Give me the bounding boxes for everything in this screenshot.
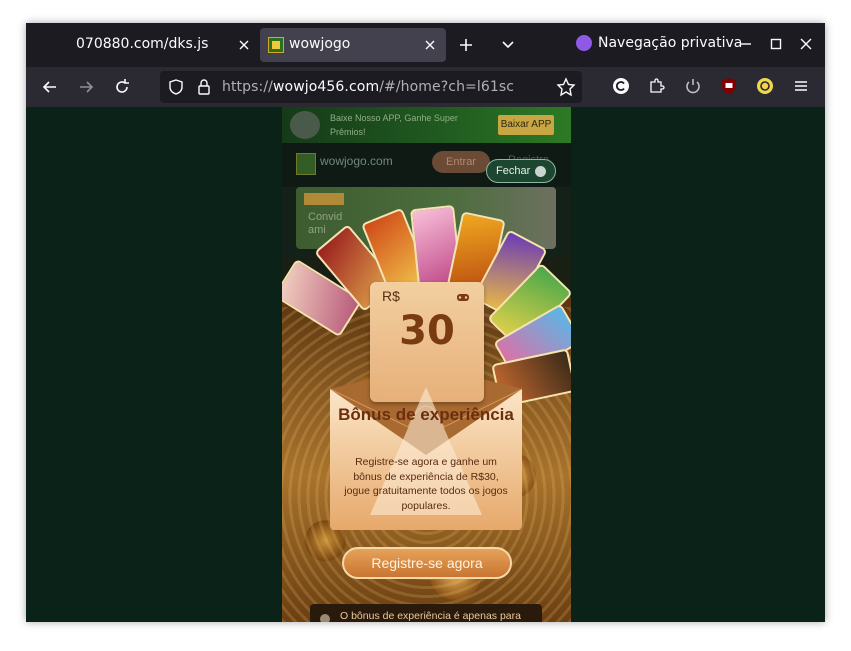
private-browsing-indicator: Navegação privativa xyxy=(576,35,742,51)
tab-dks[interactable]: 070880.com/dks.js xyxy=(34,28,260,62)
gamepad-icon xyxy=(457,294,469,301)
close-icon[interactable] xyxy=(535,166,546,177)
close-modal-button[interactable]: Fechar xyxy=(486,159,556,183)
ublock-origin-icon[interactable] xyxy=(720,77,738,95)
bonus-title: Bônus de experiência xyxy=(338,405,514,424)
browser-window: 070880.com/dks.js wowjogo Navegação priv… xyxy=(26,23,825,622)
menu-hamburger-icon[interactable] xyxy=(792,77,810,95)
address-bar[interactable]: https://wowjo456.com/#/home?ch=l61sc xyxy=(160,71,582,103)
bonus-amount: 30 xyxy=(399,308,455,354)
lock-icon[interactable] xyxy=(194,77,214,97)
footnote-text: O bônus de experiência é apenas para xyxy=(340,610,521,622)
navigation-toolbar: https://wowjo456.com/#/home?ch=l61sc xyxy=(26,67,825,107)
url-text: https://wowjo456.com/#/home?ch=l61sc xyxy=(222,79,515,95)
tab-title: 070880.com/dks.js xyxy=(76,36,209,52)
minimize-icon[interactable] xyxy=(738,36,754,52)
close-window-icon[interactable] xyxy=(798,36,814,52)
tab-bar: 070880.com/dks.js wowjogo Navegação priv… xyxy=(26,23,825,67)
tab-wowjogo[interactable]: wowjogo xyxy=(260,28,446,62)
maximize-icon[interactable] xyxy=(768,36,784,52)
extension-c-icon[interactable] xyxy=(612,77,630,95)
currency-label: R$ xyxy=(382,288,400,304)
close-label: Fechar xyxy=(496,165,531,177)
close-tab-icon[interactable] xyxy=(422,37,438,53)
chevron-down-icon[interactable] xyxy=(498,35,518,55)
private-mask-icon xyxy=(576,35,592,51)
new-tab-icon[interactable] xyxy=(456,35,476,55)
close-tab-icon[interactable] xyxy=(236,37,252,53)
site-favicon-icon xyxy=(268,37,284,53)
extension-yellow-icon[interactable] xyxy=(756,77,774,95)
shield-icon[interactable] xyxy=(166,77,186,97)
power-icon[interactable] xyxy=(684,77,702,95)
reload-icon[interactable] xyxy=(112,77,132,97)
forward-icon[interactable] xyxy=(76,77,96,97)
back-icon[interactable] xyxy=(40,77,60,97)
bonus-description: Registre-se agora e ganhe um bônus de ex… xyxy=(344,456,508,512)
web-page: Baixe Nosso APP, Ganhe Super Prêmios! Ba… xyxy=(282,107,571,622)
register-now-button[interactable]: Registre-se agora xyxy=(342,547,512,579)
bonus-footnote: O bônus de experiência é apenas para xyxy=(310,604,542,622)
private-label: Navegação privativa xyxy=(598,35,743,51)
bookmark-star-icon[interactable] xyxy=(556,77,576,97)
tab-title: wowjogo xyxy=(289,36,351,52)
extensions-puzzle-icon[interactable] xyxy=(648,77,666,95)
info-icon xyxy=(320,614,330,622)
